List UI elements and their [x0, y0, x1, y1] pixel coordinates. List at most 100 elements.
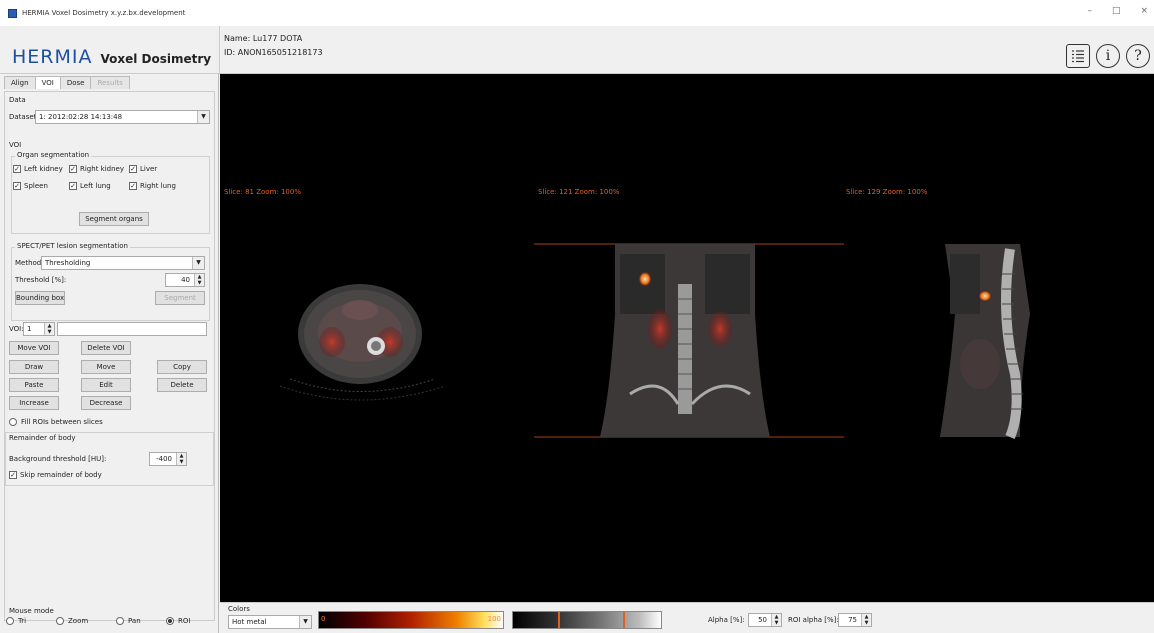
copy-button[interactable]: Copy	[157, 360, 207, 374]
app-icon	[8, 8, 17, 18]
threshold-value: 40	[181, 276, 190, 284]
dataset-select[interactable]: 1: 2012:02:28 14:13:48 ▼	[35, 110, 210, 124]
checkbox-check-icon: ✓	[69, 165, 77, 173]
dataset-value: 1: 2012:02:28 14:13:48	[39, 113, 123, 121]
colormap-select[interactable]: Hot metal ▼	[228, 615, 312, 629]
product-name: Voxel Dosimetry	[100, 52, 212, 66]
bg-threshold-label: Background threshold [HU]:	[9, 455, 107, 463]
checkbox-check-icon: ✓	[9, 471, 17, 479]
move-voi-button[interactable]: Move VOI	[9, 341, 59, 355]
threshold-spinbox[interactable]: 40 ▲ ▼	[165, 273, 205, 287]
roi-alpha-spinbox[interactable]: 75 ▲ ▼	[838, 613, 872, 627]
window-title: HERMIA Voxel Dosimetry x.y.z.bx.developm…	[22, 9, 186, 17]
checkbox-check-icon: ✓	[69, 182, 77, 190]
edit-button[interactable]: Edit	[81, 378, 131, 392]
colorbar-min-label: 0	[321, 615, 326, 623]
radio-dot	[56, 617, 64, 625]
window-high-handle[interactable]	[623, 612, 625, 628]
checkbox-check-icon: ✓	[13, 165, 21, 173]
maximize-button[interactable]: □	[1112, 6, 1121, 16]
mouse-mode-tri-radio[interactable]: Tri	[6, 617, 26, 625]
checkbox-label: Left kidney	[24, 165, 63, 173]
right-kidney-checkbox[interactable]: ✓ Right kidney	[69, 165, 124, 173]
alpha-value: 50	[758, 616, 767, 624]
axial-view[interactable]	[279, 284, 446, 401]
help-icon[interactable]: ?	[1126, 44, 1150, 68]
voi-number: 1	[27, 325, 32, 333]
liver-checkbox[interactable]: ✓ Liver	[129, 165, 157, 173]
colorbar-grayscale[interactable]	[512, 611, 662, 629]
roi-alpha-value: 75	[848, 616, 857, 624]
radio-label: Tri	[18, 617, 27, 625]
checkbox-label: Right lung	[140, 182, 176, 190]
left-kidney-checkbox[interactable]: ✓ Left kidney	[13, 165, 63, 173]
mouse-mode-roi-radio[interactable]: ROI	[166, 617, 190, 625]
segment-organs-button[interactable]: Segment organs	[79, 212, 149, 226]
threshold-label: Threshold [%]:	[15, 276, 67, 284]
alpha-spinbox[interactable]: 50 ▲ ▼	[748, 613, 782, 627]
spin-arrows-icon: ▲ ▼	[194, 274, 204, 286]
tab-dose[interactable]: Dose	[59, 76, 92, 89]
sagittal-view[interactable]	[940, 244, 1030, 439]
close-button[interactable]: ×	[1140, 6, 1148, 16]
delete-button[interactable]: Delete	[157, 378, 207, 392]
remainder-title: Remainder of body	[9, 434, 76, 442]
method-value: Thresholding	[45, 259, 91, 267]
radio-label: Zoom	[68, 617, 89, 625]
left-lung-checkbox[interactable]: ✓ Left lung	[69, 182, 111, 190]
viewer-canvas	[279, 243, 1030, 439]
segment-button[interactable]: Segment	[155, 291, 205, 305]
chevron-down-icon: ▼	[192, 257, 204, 269]
image-viewer[interactable]: Slice: 81 Zoom: 100% Slice: 121 Zoom: 10…	[220, 74, 1154, 602]
lesion-group-title: SPECT/PET lesion segmentation	[15, 242, 130, 250]
paste-button[interactable]: Paste	[9, 378, 59, 392]
colors-label: Colors	[228, 605, 250, 613]
alpha-label: Alpha [%]:	[708, 616, 745, 624]
coronal-view[interactable]	[534, 243, 844, 438]
checkbox-label: Spleen	[24, 182, 48, 190]
spin-arrows-icon: ▲ ▼	[44, 323, 54, 335]
tab-voi[interactable]: VOI	[34, 76, 61, 89]
voi-spinbox[interactable]: 1 ▲ ▼	[23, 322, 55, 336]
voi-name-input[interactable]	[57, 322, 207, 336]
delete-voi-button[interactable]: Delete VOI	[81, 341, 131, 355]
tab-align[interactable]: Align	[4, 76, 36, 89]
mouse-mode-zoom-radio[interactable]: Zoom	[56, 617, 88, 625]
chevron-down-icon: ▼	[197, 111, 209, 123]
checkbox-check-icon: ✓	[13, 182, 21, 190]
patient-name: Name: Lu177 DOTA	[224, 34, 303, 43]
app-header: HERMIA Voxel Dosimetry Name: Lu177 DOTA …	[0, 26, 1154, 74]
roi-alpha-label: ROI alpha [%]:	[788, 616, 839, 624]
checkbox-check-icon: ✓	[129, 165, 137, 173]
checkbox-label: Liver	[140, 165, 158, 173]
draw-button[interactable]: Draw	[9, 360, 59, 374]
info-icon[interactable]: i	[1096, 44, 1120, 68]
colorbar-hotmetal[interactable]: 0 100	[318, 611, 504, 629]
radio-label: Pan	[128, 617, 141, 625]
mouse-mode-pan-radio[interactable]: Pan	[116, 617, 141, 625]
list-icon[interactable]	[1066, 44, 1090, 68]
method-select[interactable]: Thresholding ▼	[41, 256, 205, 270]
spleen-checkbox[interactable]: ✓ Spleen	[13, 182, 48, 190]
bounding-box-button[interactable]: Bounding box	[15, 291, 65, 305]
data-section-title: Data	[9, 96, 26, 104]
right-lung-checkbox[interactable]: ✓ Right lung	[129, 182, 176, 190]
patient-id: ID: ANON165051218173	[224, 48, 323, 57]
decrease-button[interactable]: Decrease	[81, 396, 131, 410]
radio-dot	[166, 617, 174, 625]
radio-dot	[9, 418, 17, 426]
fill-rois-label: Fill ROIs between slices	[21, 418, 103, 426]
spin-arrows-icon: ▲ ▼	[861, 614, 871, 626]
increase-button[interactable]: Increase	[9, 396, 59, 410]
tab-results[interactable]: Results	[90, 76, 130, 89]
patient-info: Name: Lu177 DOTA ID: ANON165051218173	[224, 32, 323, 60]
organ-group-title: Organ segmentation	[15, 151, 92, 159]
bg-threshold-spinbox[interactable]: -400 ▲ ▼	[149, 452, 187, 466]
skip-remainder-checkbox[interactable]: ✓ Skip remainder of body	[9, 471, 102, 479]
bottom-controls: Colors Hot metal ▼ 0 100 Alpha [%]: 50 ▲…	[220, 602, 1154, 633]
brand: HERMIA Voxel Dosimetry	[12, 46, 211, 68]
move-button[interactable]: Move	[81, 360, 131, 374]
fill-rois-radio[interactable]: Fill ROIs between slices	[9, 418, 103, 426]
minimize-button[interactable]: –	[1087, 6, 1092, 16]
window-low-handle[interactable]	[558, 612, 560, 628]
